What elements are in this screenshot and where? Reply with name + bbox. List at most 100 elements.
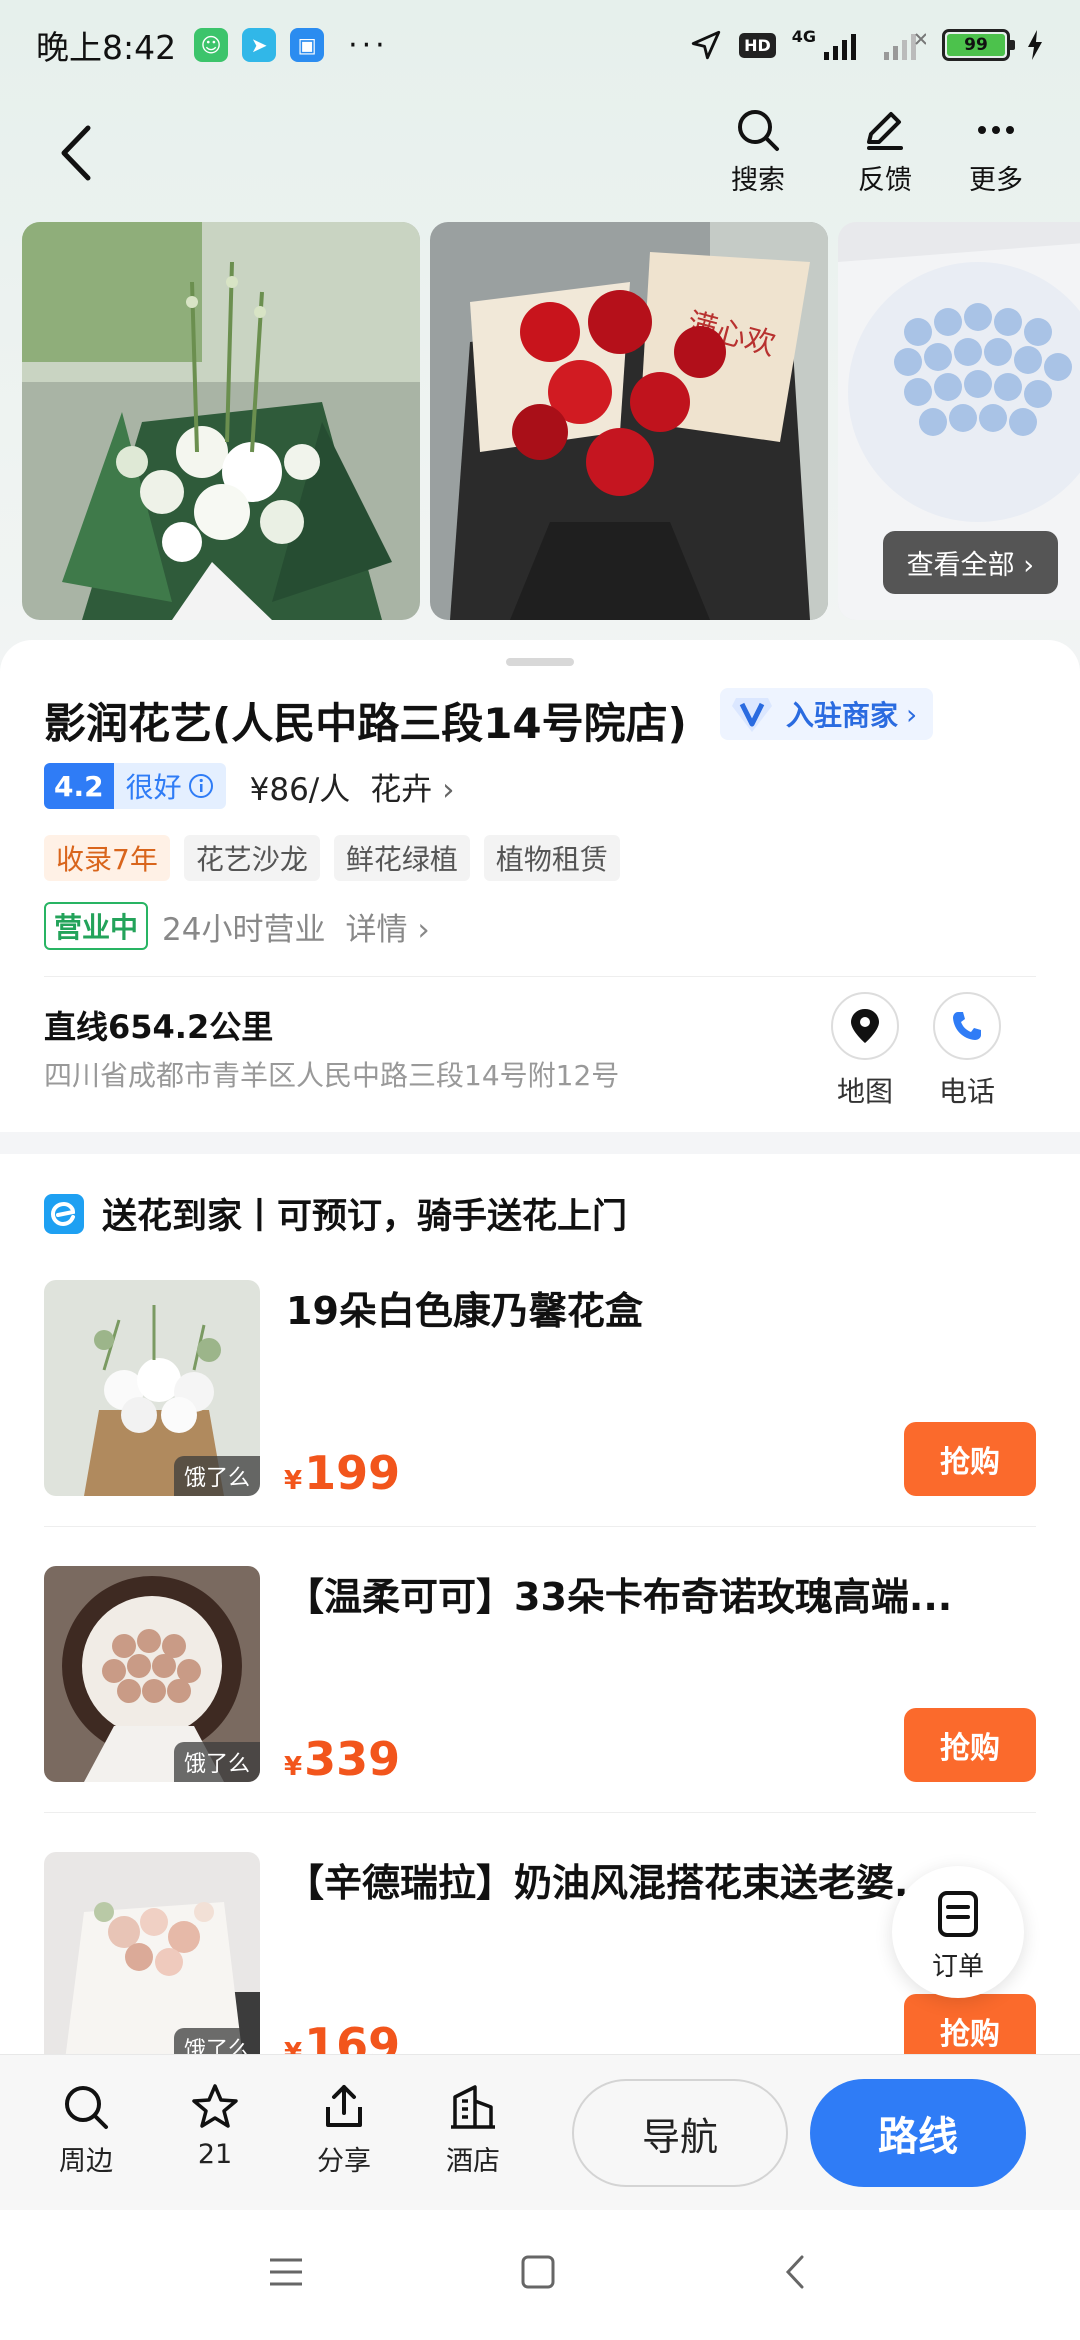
signal-icon bbox=[824, 34, 856, 60]
section-separator bbox=[0, 1132, 1080, 1154]
photo-red-roses[interactable]: 满心欢 bbox=[430, 222, 828, 620]
product-item[interactable]: 饿了么 19朵白色康乃馨花盒 ¥ 199 抢购 bbox=[44, 1280, 1036, 1500]
search-label: 搜索 bbox=[731, 165, 785, 196]
address-text[interactable]: 四川省成都市青羊区人民中路三段14号附12号 bbox=[44, 1054, 619, 1094]
buy-button[interactable]: 抢购 bbox=[904, 1422, 1036, 1496]
price-value: 339 bbox=[304, 1732, 401, 1786]
verified-v-icon bbox=[728, 693, 776, 735]
chevron-right-icon: › bbox=[442, 771, 455, 808]
star-icon bbox=[192, 2084, 238, 2128]
share-icon bbox=[326, 2085, 362, 2127]
more-button[interactable]: 更多 bbox=[946, 106, 1046, 197]
delivery-title-text: 送花到家丨可预订，骑手送花上门 bbox=[102, 1197, 628, 1237]
product-price: ¥ 339 bbox=[284, 1732, 400, 1786]
product-item[interactable]: 饿了么 【辛德瑞拉】奶油风混搭花束送老婆... ¥ 169 抢购 bbox=[44, 1852, 1036, 2072]
back-icon[interactable] bbox=[778, 2254, 814, 2290]
phone-label: 电话 bbox=[938, 1075, 995, 1108]
favorite-button[interactable]: 21 bbox=[165, 2081, 265, 2170]
tags-row: 收录7年 花艺沙龙 鲜花绿植 植物租赁 bbox=[44, 835, 620, 881]
search-button[interactable]: 搜索 bbox=[708, 106, 808, 197]
source-label: 饿了么 bbox=[173, 1456, 260, 1496]
business-hours: 24小时营业 bbox=[162, 911, 326, 948]
delivery-section-title: 送花到家丨可预订，骑手送花上门 bbox=[44, 1188, 627, 1239]
location-arrow-icon bbox=[691, 30, 721, 60]
charging-icon bbox=[1028, 30, 1042, 60]
tag-years: 收录7年 bbox=[44, 835, 170, 881]
drag-handle[interactable] bbox=[506, 658, 574, 666]
divider bbox=[44, 976, 1036, 977]
info-icon bbox=[188, 774, 213, 798]
tag-item: 花艺沙龙 bbox=[183, 835, 320, 881]
distance-text: 直线654.2公里 bbox=[44, 1008, 274, 1046]
map-button[interactable]: 地图 bbox=[820, 992, 910, 1110]
details-text: 详情 bbox=[345, 911, 408, 948]
photo-gallery[interactable]: 满心欢 查看全部 › bbox=[0, 222, 1080, 622]
photo-blue-roses[interactable]: 查看全部 › bbox=[838, 222, 1080, 620]
nearby-button[interactable]: 周边 bbox=[36, 2081, 136, 2178]
hours-details-link[interactable]: 详情 › bbox=[345, 904, 429, 949]
order-label: 订单 bbox=[931, 1952, 984, 1982]
signal-weak-icon bbox=[884, 33, 926, 60]
tag-item: 鲜花绿植 bbox=[333, 835, 470, 881]
category-link[interactable]: 花卉 › bbox=[370, 764, 454, 809]
status-bar: 晚上8:42 ☺ ➤ ▣ ··· HD 4G 99 bbox=[0, 0, 1080, 90]
battery-level: 99 bbox=[947, 34, 1005, 56]
search-icon bbox=[738, 110, 779, 151]
share-button[interactable]: 分享 bbox=[294, 2081, 394, 2178]
system-navigation-bar bbox=[0, 2210, 1080, 2340]
product-name: 19朵白色康乃馨花盒 bbox=[286, 1289, 643, 1333]
route-button[interactable]: 路线 bbox=[810, 2079, 1026, 2187]
phone-button[interactable]: 电话 bbox=[922, 992, 1012, 1110]
product-image[interactable]: 饿了么 bbox=[44, 1566, 260, 1782]
navigate-button[interactable]: 导航 bbox=[572, 2079, 788, 2187]
back-button[interactable] bbox=[54, 118, 114, 198]
shop-detail-card: 影润花艺(人民中路三段14号院店) 入驻商家 › 4.2 很好 ¥86/人 花卉… bbox=[0, 640, 1080, 2072]
category-text: 花卉 bbox=[370, 771, 433, 808]
photo-white-bouquet[interactable] bbox=[22, 222, 420, 620]
chevron-right-icon: › bbox=[417, 911, 430, 948]
rating-score: 4.2 bbox=[44, 763, 114, 809]
more-icon bbox=[978, 126, 1014, 134]
rating-label[interactable]: 很好 bbox=[113, 763, 226, 809]
buy-button[interactable]: 抢购 bbox=[904, 1708, 1036, 1782]
nearby-label: 周边 bbox=[59, 2146, 113, 2177]
currency-symbol: ¥ bbox=[284, 1752, 303, 1782]
product-image[interactable]: 饿了么 bbox=[44, 1280, 260, 1496]
product-item[interactable]: 饿了么 【温柔可可】33朵卡布奇诺玫瑰高端... ¥ 339 抢购 bbox=[44, 1566, 1036, 1786]
message-app-icon: ▣ bbox=[290, 28, 325, 62]
map-pin-icon bbox=[851, 1009, 879, 1043]
eleme-logo-icon bbox=[44, 1193, 84, 1234]
home-icon[interactable] bbox=[520, 2254, 556, 2290]
source-label: 饿了么 bbox=[173, 1742, 260, 1782]
order-float-button[interactable]: 订单 bbox=[892, 1866, 1024, 1998]
divider bbox=[44, 1526, 1036, 1527]
product-image[interactable]: 饿了么 bbox=[44, 1852, 260, 2068]
menu-icon[interactable] bbox=[268, 2254, 304, 2290]
hours-row: 营业中 24小时营业 详情 › bbox=[44, 902, 430, 950]
nav-header: 搜索 反馈 更多 bbox=[0, 100, 1080, 210]
chevron-right-icon: › bbox=[1023, 550, 1034, 581]
product-name: 【温柔可可】33朵卡布奇诺玫瑰高端... bbox=[286, 1575, 953, 1619]
price-per-person: ¥86/人 bbox=[249, 771, 351, 808]
shop-name: 影润花艺(人民中路三段14号院店) bbox=[44, 699, 687, 748]
search-icon bbox=[65, 2086, 108, 2129]
status-time: 晚上8:42 bbox=[36, 28, 177, 67]
product-name: 【辛德瑞拉】奶油风混搭花束送老婆... bbox=[286, 1861, 938, 1905]
hotel-icon bbox=[451, 2085, 495, 2129]
feedback-button[interactable]: 反馈 bbox=[835, 106, 935, 197]
hotel-label: 酒店 bbox=[446, 2146, 500, 2177]
hotel-button[interactable]: 酒店 bbox=[423, 2081, 523, 2178]
telegram-app-icon: ➤ bbox=[242, 28, 277, 62]
more-label: 更多 bbox=[969, 165, 1023, 196]
rating-label-text: 很好 bbox=[125, 771, 182, 804]
battery-icon: 99 bbox=[942, 29, 1015, 61]
favorite-count: 21 bbox=[197, 2139, 233, 2170]
open-status-badge: 营业中 bbox=[44, 902, 149, 950]
hd-badge: HD bbox=[739, 32, 776, 58]
divider bbox=[44, 1812, 1036, 1813]
rating-row: 4.2 很好 ¥86/人 花卉 › bbox=[44, 762, 455, 810]
more-notifications-icon: ··· bbox=[348, 27, 389, 63]
view-all-label: 查看全部 bbox=[906, 550, 1015, 581]
merchant-badge[interactable]: 入驻商家 › bbox=[720, 688, 934, 740]
view-all-button[interactable]: 查看全部 › bbox=[882, 531, 1058, 594]
